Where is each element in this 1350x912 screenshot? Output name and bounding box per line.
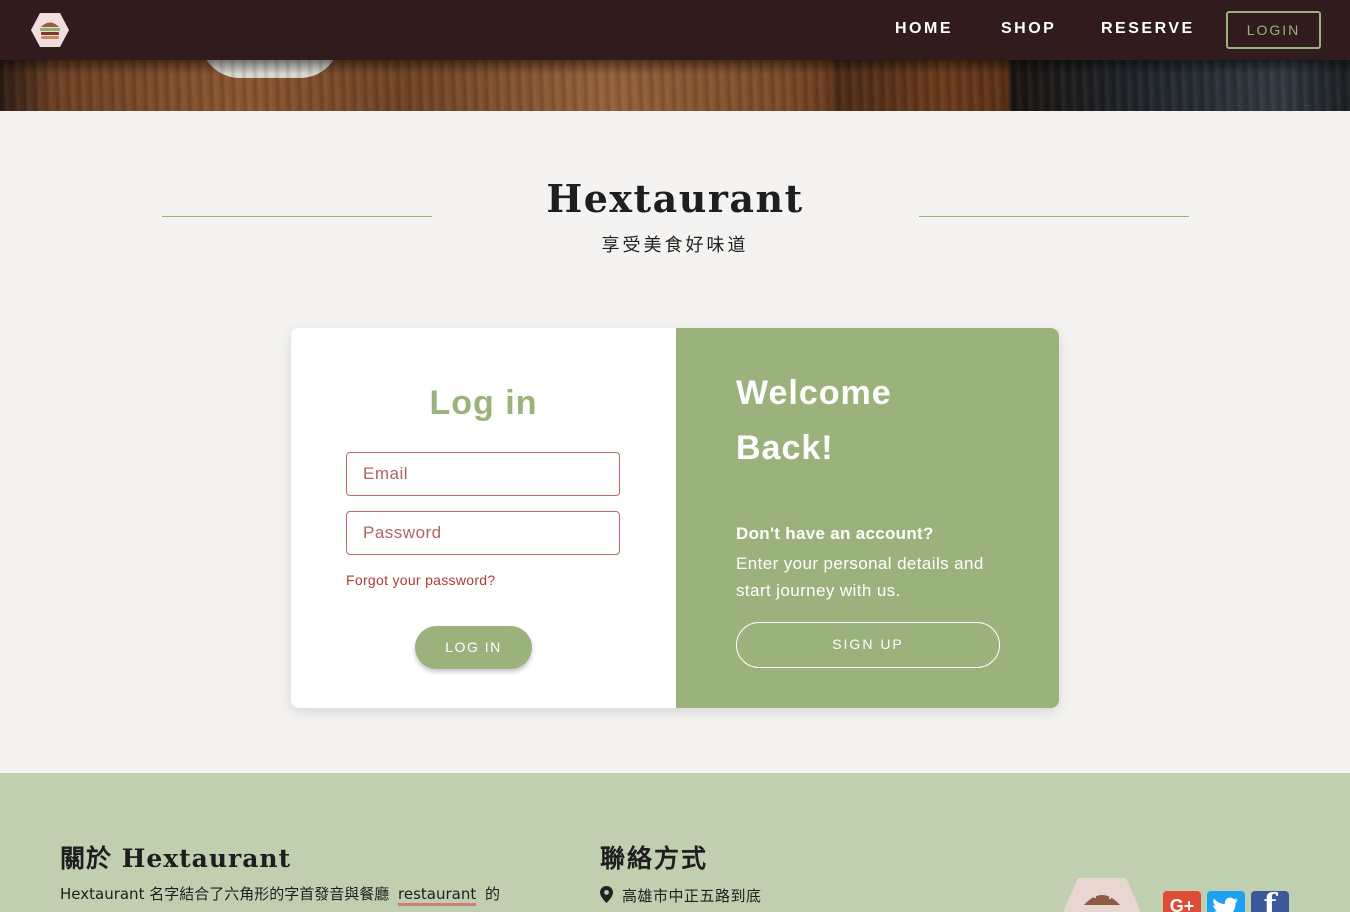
hero-banner-image bbox=[0, 60, 1350, 111]
title-divider-left bbox=[162, 216, 432, 217]
about-text-mid: 名字結合了六角形的字首發音與餐廳 bbox=[144, 885, 394, 903]
email-field[interactable] bbox=[346, 452, 620, 496]
footer-logo-icon bbox=[1063, 878, 1141, 912]
contact-heading: 聯絡方式 bbox=[600, 844, 709, 873]
contact-address: 高雄市中正五路到底 bbox=[622, 887, 762, 905]
about-heading: 關於 Hextaurant bbox=[60, 844, 292, 873]
about-text-highlight: restaurant bbox=[398, 885, 477, 903]
google-plus-icon: G+ bbox=[1169, 896, 1195, 912]
signup-button[interactable]: SIGN UP bbox=[736, 622, 1000, 668]
about-text-lead: Hextaurant bbox=[60, 885, 145, 903]
nav-link-shop[interactable]: SHOP bbox=[1001, 20, 1056, 38]
login-form-panel: Log in Forgot your password? LOG IN bbox=[291, 328, 676, 708]
about-text-end: 的 bbox=[480, 885, 500, 903]
map-pin-icon bbox=[600, 886, 613, 903]
welcome-text: Enter your personal details and start jo… bbox=[736, 554, 984, 600]
about-text: Hextaurant 名字結合了六角形的字首發音與餐廳 restaurant 的 bbox=[60, 883, 560, 904]
forgot-password-link[interactable]: Forgot your password? bbox=[346, 572, 495, 588]
title-divider-right bbox=[919, 216, 1189, 217]
welcome-panel: Welcome Back! Don't have an account? Ent… bbox=[676, 328, 1059, 708]
no-account-label: Don't have an account? bbox=[736, 524, 934, 543]
burger-hexagon-icon[interactable] bbox=[30, 12, 70, 48]
nav-link-reserve[interactable]: RESERVE bbox=[1101, 20, 1195, 38]
facebook-button[interactable]: f bbox=[1251, 891, 1289, 912]
password-field[interactable] bbox=[346, 511, 620, 555]
login-heading: Log in bbox=[429, 384, 538, 422]
twitter-button[interactable] bbox=[1207, 891, 1245, 912]
site-title: Hextaurant bbox=[546, 176, 804, 221]
nav-login-button[interactable]: LOGIN bbox=[1226, 11, 1321, 49]
site-subtitle: 享受美食好味道 bbox=[601, 235, 749, 256]
top-navbar: HOME SHOP RESERVE LOGIN bbox=[0, 0, 1350, 60]
page-footer: 關於 Hextaurant Hextaurant 名字結合了六角形的字首發音與餐… bbox=[0, 773, 1350, 912]
login-card: Log in Forgot your password? LOG IN Welc… bbox=[291, 328, 1059, 708]
nav-link-home[interactable]: HOME bbox=[895, 20, 953, 38]
facebook-icon: f bbox=[1263, 891, 1277, 912]
twitter-icon bbox=[1213, 897, 1238, 912]
google-plus-button[interactable]: G+ bbox=[1163, 891, 1201, 912]
welcome-title: Welcome Back! bbox=[736, 374, 892, 467]
login-submit-button[interactable]: LOG IN bbox=[415, 626, 532, 669]
